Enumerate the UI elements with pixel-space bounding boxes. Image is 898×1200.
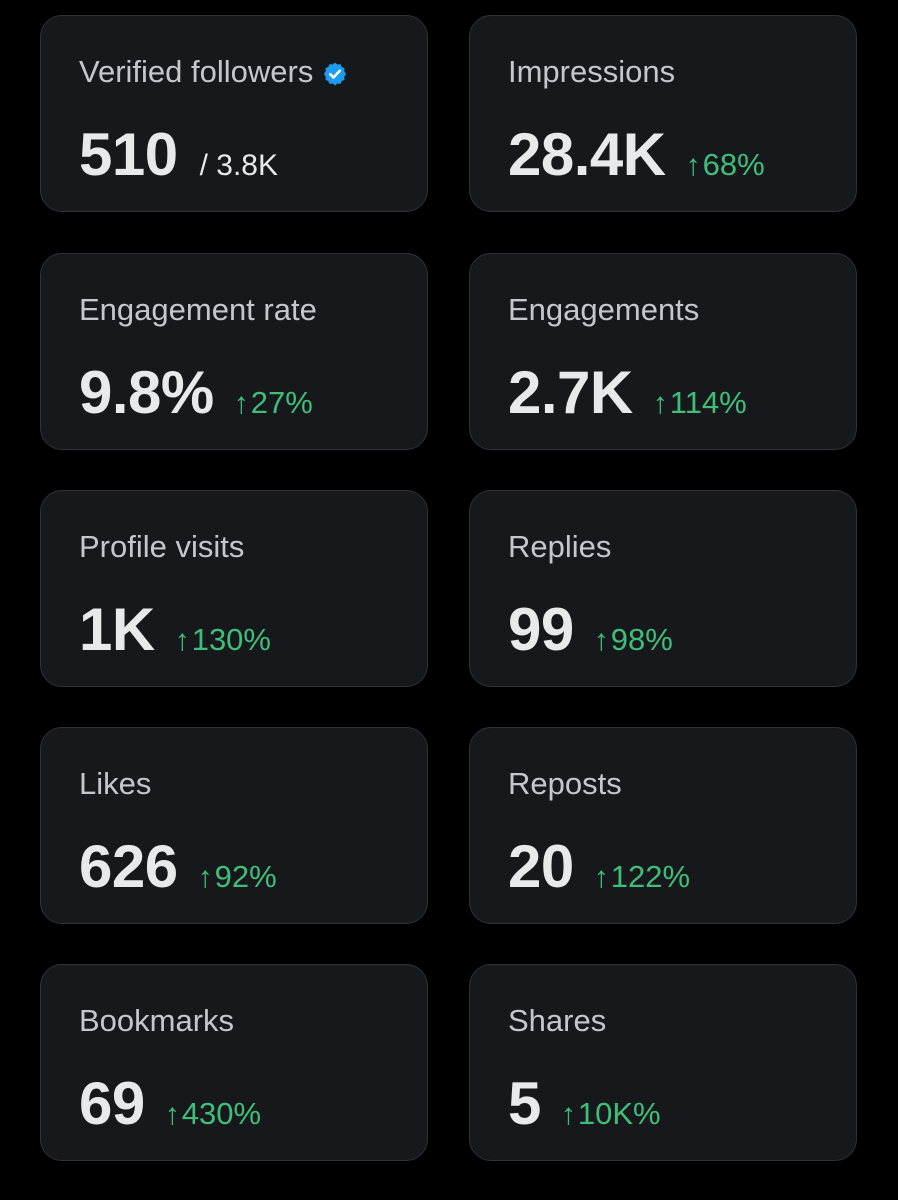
likes-value: 626: [79, 833, 178, 900]
change-percent: 27%: [250, 385, 313, 420]
impressions-card[interactable]: Impressions 28.4K ↑ 68%: [469, 15, 857, 212]
verified-followers-label: Verified followers: [79, 54, 314, 89]
profile-visits-value: 1K: [79, 596, 155, 663]
bookmarks-card[interactable]: Bookmarks 69 ↑ 430%: [40, 964, 428, 1161]
arrow-up-icon: ↑: [197, 861, 213, 894]
likes-card[interactable]: Likes 626 ↑ 92%: [40, 727, 428, 924]
shares-card[interactable]: Shares 5 ↑ 10K%: [469, 964, 857, 1161]
change-percent: 130%: [191, 622, 271, 657]
engagements-change: ↑ 114%: [653, 385, 747, 421]
likes-change: ↑ 92%: [198, 859, 277, 895]
engagement-rate-card[interactable]: Engagement rate 9.8% ↑ 27%: [40, 253, 428, 450]
reposts-change: ↑ 122%: [594, 859, 690, 895]
engagement-rate-change: ↑ 27%: [234, 385, 313, 421]
metric-value-row: 20 ↑ 122%: [508, 832, 690, 901]
bookmarks-value: 69: [79, 1070, 145, 1137]
impressions-label: Impressions: [508, 54, 676, 89]
change-percent: 68%: [702, 147, 765, 182]
verified-followers-card[interactable]: Verified followers 510 / 3.8K: [40, 15, 428, 212]
engagement-rate-label: Engagement rate: [79, 292, 317, 327]
arrow-up-icon: ↑: [174, 624, 190, 657]
change-percent: 114%: [669, 385, 747, 420]
arrow-up-icon: ↑: [652, 387, 668, 420]
metric-value-row: 1K ↑ 130%: [79, 595, 271, 664]
arrow-up-icon: ↑: [593, 624, 609, 657]
metric-value-row: 510 / 3.8K: [79, 120, 278, 189]
arrow-up-icon: ↑: [233, 387, 249, 420]
replies-card[interactable]: Replies 99 ↑ 98%: [469, 490, 857, 687]
arrow-up-icon: ↑: [560, 1098, 576, 1131]
metric-value-row: 626 ↑ 92%: [79, 832, 277, 901]
metric-value-row: 69 ↑ 430%: [79, 1069, 261, 1138]
metrics-grid: Verified followers 510 / 3.8K Impression…: [0, 0, 898, 1200]
impressions-change: ↑ 68%: [686, 147, 765, 183]
change-percent: 430%: [181, 1096, 262, 1131]
engagement-rate-value: 9.8%: [79, 359, 214, 426]
verified-badge-icon: [322, 59, 348, 86]
metric-value-row: 9.8% ↑ 27%: [79, 358, 313, 427]
metric-value-row: 99 ↑ 98%: [508, 595, 673, 664]
profile-visits-card[interactable]: Profile visits 1K ↑ 130%: [40, 490, 428, 687]
replies-label: Replies: [508, 529, 612, 564]
replies-change: ↑ 98%: [594, 622, 673, 658]
profile-visits-change: ↑ 130%: [175, 622, 271, 658]
engagements-value: 2.7K: [508, 359, 633, 426]
engagements-card[interactable]: Engagements 2.7K ↑ 114%: [469, 253, 857, 450]
reposts-card[interactable]: Reposts 20 ↑ 122%: [469, 727, 857, 924]
change-percent: 92%: [214, 859, 277, 894]
metric-value-row: 5 ↑ 10K%: [508, 1069, 661, 1138]
arrow-up-icon: ↑: [593, 861, 609, 894]
change-percent: 10K%: [577, 1096, 661, 1131]
likes-label: Likes: [79, 766, 152, 801]
metric-value-row: 2.7K ↑ 114%: [508, 358, 747, 427]
shares-label: Shares: [508, 1003, 607, 1038]
bookmarks-change: ↑ 430%: [165, 1096, 261, 1132]
metric-label: Verified followers: [79, 54, 348, 90]
total-followers: / 3.8K: [199, 149, 278, 182]
change-percent: 98%: [610, 622, 673, 657]
verified-followers-value: 510: [79, 121, 178, 188]
arrow-up-icon: ↑: [685, 149, 701, 182]
impressions-value: 28.4K: [508, 121, 666, 188]
replies-value: 99: [508, 596, 574, 663]
reposts-label: Reposts: [508, 766, 622, 801]
profile-visits-label: Profile visits: [79, 529, 245, 564]
shares-change: ↑ 10K%: [561, 1096, 661, 1132]
reposts-value: 20: [508, 833, 574, 900]
shares-value: 5: [508, 1070, 541, 1137]
change-percent: 122%: [610, 859, 691, 894]
bookmarks-label: Bookmarks: [79, 1003, 235, 1038]
metric-value-row: 28.4K ↑ 68%: [508, 120, 765, 189]
arrow-up-icon: ↑: [164, 1098, 180, 1131]
engagements-label: Engagements: [508, 292, 700, 327]
